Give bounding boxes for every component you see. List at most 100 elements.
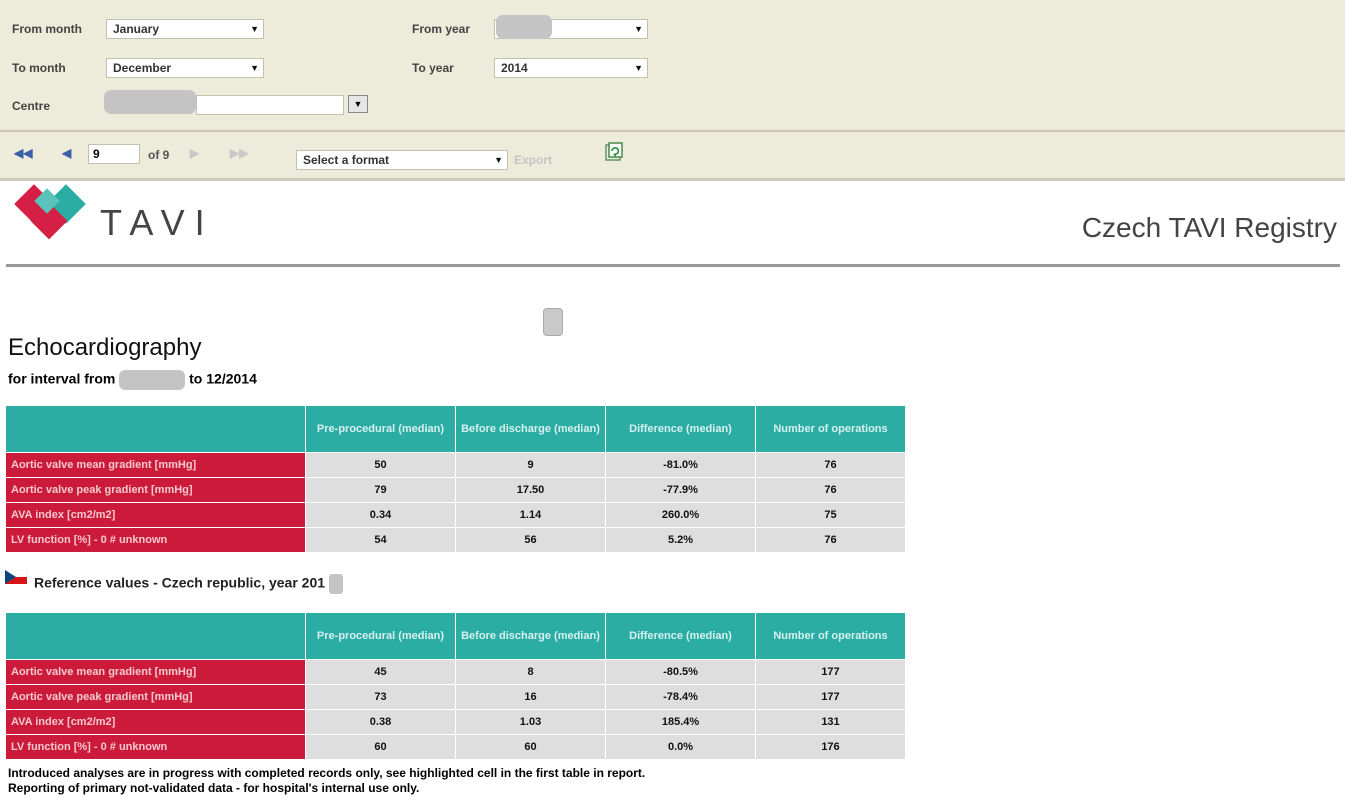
table-cell: 76 (755, 477, 906, 503)
table-cell: 79 (305, 477, 456, 503)
chevron-down-icon: ▼ (634, 24, 643, 34)
refresh-icon[interactable] (604, 142, 624, 167)
table-body: Aortic valve mean gradient [mmHg] 45 8 -80.… (5, 659, 906, 760)
column-header: Before discharge (median) (455, 405, 606, 453)
echo-results-table: Pre-procedural (median) Before discharge … (5, 405, 906, 553)
column-header: Before discharge (median) (455, 612, 606, 660)
column-header: Number of operations (755, 612, 906, 660)
column-header: Pre-procedural (median) (305, 612, 456, 660)
table-cell: 0.38 (305, 709, 456, 735)
chevron-down-icon: ▼ (634, 63, 643, 73)
table-header: Pre-procedural (median) Before discharge … (5, 612, 906, 660)
table-cell: 60 (455, 734, 606, 760)
table-cell: 45 (305, 659, 456, 685)
table-cell: 8 (455, 659, 606, 685)
header-row: Pre-procedural (median) Before discharge … (5, 405, 906, 453)
redacted-from-year (496, 15, 552, 39)
next-page-icon[interactable]: ▶ (190, 146, 199, 160)
table-cell: -80.5% (605, 659, 756, 685)
row-label: AVA index [cm2/m2] (5, 502, 306, 528)
report-title: Echocardiography (8, 334, 202, 361)
export-format-select[interactable]: Select a format ▼ (296, 150, 508, 170)
to-year-value: 2014 (501, 61, 528, 75)
row-label: LV function [%] - 0 # unknown (5, 527, 306, 553)
table-row: Aortic valve peak gradient [mmHg] 79 17.50… (5, 477, 906, 503)
table-cell: 260.0% (605, 502, 756, 528)
table-cell: 76 (755, 452, 906, 478)
table-row: AVA index [cm2/m2] 0.34 1.14 260.0% 75 (5, 502, 906, 528)
to-year-select[interactable]: 2014 ▼ (494, 58, 648, 78)
table-cell: 9 (455, 452, 606, 478)
table-row: LV function [%] - 0 # unknown 60 60 0.0% 176 (5, 734, 906, 760)
chevron-down-icon: ▼ (494, 155, 503, 165)
table-body: Aortic valve mean gradient [mmHg] 50 9 -81.… (5, 452, 906, 553)
header-divider (6, 264, 1340, 267)
table-cell: 1.03 (455, 709, 606, 735)
first-page-icon[interactable]: ◀◀ (14, 146, 32, 160)
table-cell: 131 (755, 709, 906, 735)
to-month-value: December (113, 61, 172, 75)
centre-dropdown-button[interactable]: ▼ (348, 95, 368, 113)
chevron-down-icon: ▼ (353, 99, 363, 109)
footnote: Introduced analyses are in progress with… (8, 766, 645, 796)
table-row: AVA index [cm2/m2] 0.38 1.03 185.4% 131 (5, 709, 906, 735)
centre-select[interactable] (196, 95, 344, 115)
from-month-select[interactable]: January ▼ (106, 19, 264, 39)
redacted-centre (104, 90, 196, 114)
chevron-down-icon: ▼ (250, 63, 259, 73)
reference-title: Reference values - Czech republic, year … (34, 574, 343, 594)
table-row: LV function [%] - 0 # unknown 54 56 5.2% 76 (5, 527, 906, 553)
redacted-year (328, 574, 343, 594)
table-cell: 0.0% (605, 734, 756, 760)
centre-label: Centre (12, 99, 51, 113)
table-cell: 73 (305, 684, 456, 710)
toggle-button[interactable] (543, 308, 563, 336)
row-label: Aortic valve peak gradient [mmHg] (5, 684, 306, 710)
table-cell: 185.4% (605, 709, 756, 735)
interval-prefix: for interval from (8, 370, 116, 387)
page-count: of 9 (148, 148, 170, 162)
footnote-line-2: Reporting of primary not-validated data … (8, 781, 420, 795)
export-format-placeholder: Select a format (303, 153, 390, 167)
czech-flag-icon (5, 570, 27, 584)
table-cell: -81.0% (605, 452, 756, 478)
last-page-icon[interactable]: ▶▶ (230, 146, 248, 160)
table-row: Aortic valve mean gradient [mmHg] 50 9 -81.… (5, 452, 906, 478)
table-cell: 56 (455, 527, 606, 553)
column-header: Number of operations (755, 405, 906, 453)
table-cell: 177 (755, 684, 906, 710)
row-label: LV function [%] - 0 # unknown (5, 734, 306, 760)
from-month-value: January (113, 22, 160, 36)
tavi-logo (14, 184, 86, 240)
to-month-label: To month (12, 61, 66, 75)
column-header: Difference (median) (605, 405, 756, 453)
table-cell: 5.2% (605, 527, 756, 553)
export-link[interactable]: Export (514, 153, 552, 167)
header-row: Pre-procedural (median) Before discharge … (5, 612, 906, 660)
table-cell: -78.4% (605, 684, 756, 710)
reference-title-text: Reference values - Czech republic, year … (34, 574, 326, 591)
previous-page-icon[interactable]: ◀ (62, 146, 71, 160)
table-cell: 54 (305, 527, 456, 553)
reference-values-table: Pre-procedural (median) Before discharge … (5, 612, 906, 760)
table-cell: 76 (755, 527, 906, 553)
to-month-select[interactable]: December ▼ (106, 58, 264, 78)
redacted-start-date (119, 370, 186, 390)
registry-title: Czech TAVI Registry (1081, 212, 1337, 243)
row-label: AVA index [cm2/m2] (5, 709, 306, 735)
table-cell: 0.34 (305, 502, 456, 528)
row-label: Aortic valve peak gradient [mmHg] (5, 477, 306, 503)
row-label: Aortic valve mean gradient [mmHg] (5, 452, 306, 478)
parameter-panel: From month January ▼ To month December ▼… (0, 0, 1345, 132)
table-cell: 17.50 (455, 477, 606, 503)
table-cell: 176 (755, 734, 906, 760)
page-number-input[interactable]: 9 (88, 144, 140, 164)
column-header: Difference (median) (605, 612, 756, 660)
report-toolbar: ◀◀ ◀ 9 of 9 ▶ ▶▶ Select a format ▼ Expor… (0, 132, 1345, 181)
table-cell: -77.9% (605, 477, 756, 503)
table-cell: 60 (305, 734, 456, 760)
table-row: Aortic valve mean gradient [mmHg] 45 8 -80.… (5, 659, 906, 685)
table-header: Pre-procedural (median) Before discharge … (5, 405, 906, 453)
table-cell: 16 (455, 684, 606, 710)
column-header: Pre-procedural (median) (305, 405, 456, 453)
